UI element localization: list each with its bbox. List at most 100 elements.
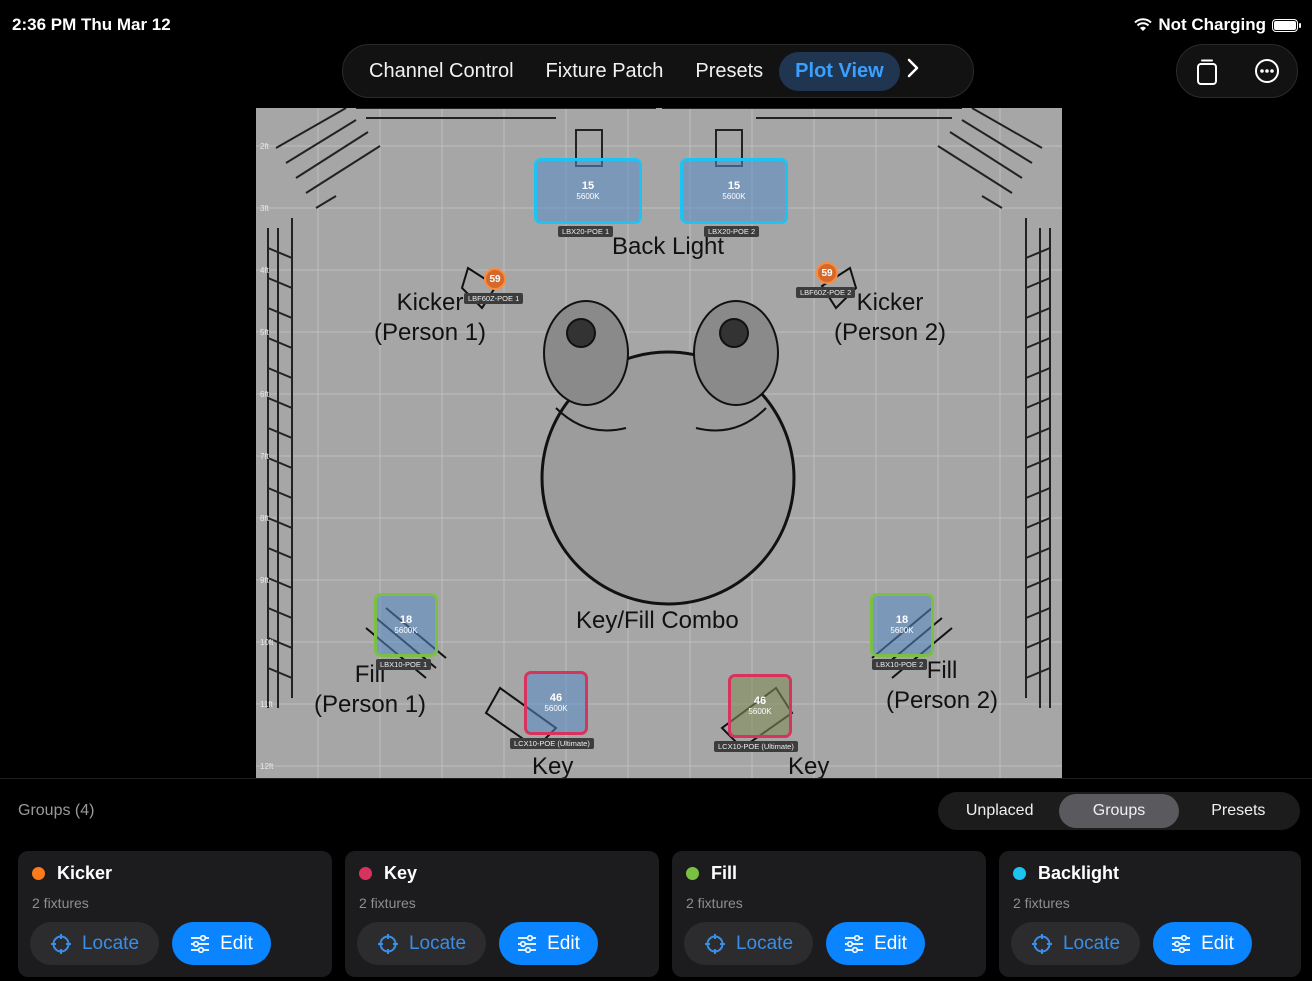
group-card-header: Key	[359, 863, 417, 884]
fixture-lbx20-poe-2[interactable]: 15 5600K	[680, 158, 788, 224]
crosshair-icon	[50, 933, 71, 954]
grid-label: 4ft	[260, 266, 269, 275]
grid-label: 8ft	[260, 514, 269, 523]
fixture-level: 18	[895, 614, 909, 626]
sliders-icon	[845, 934, 864, 953]
group-name: Key	[384, 863, 418, 883]
battery-status-text: Not Charging	[1158, 15, 1266, 34]
tab-presets[interactable]: Presets	[679, 52, 779, 91]
fixture-cct: 5600K	[748, 707, 772, 716]
fixture-name: LBF60Z-POE 1	[464, 293, 524, 304]
grid-label: 12ft	[260, 762, 274, 771]
edit-button[interactable]: Edit	[499, 922, 598, 965]
locate-label: Locate	[735, 932, 794, 954]
tab-fixture-patch[interactable]: Fixture Patch	[530, 52, 680, 91]
group-name: Backlight	[1038, 863, 1120, 883]
group-fixture-count: 2 fixtures	[1013, 895, 1070, 911]
fixture-level: 15	[581, 180, 595, 192]
fixture-cct: 5600K	[576, 192, 600, 201]
fixture-lcx10-poe-1[interactable]: 46 5600K	[524, 671, 588, 735]
status-right: Not Charging	[1134, 15, 1301, 35]
chevron-right-icon[interactable]	[906, 58, 920, 84]
fixture-level: 46	[753, 695, 767, 707]
fixture-lcx10-poe-2[interactable]: 46 5600K	[728, 674, 792, 738]
sliders-icon	[1172, 934, 1191, 953]
group-fixture-count: 2 fixtures	[686, 895, 743, 911]
group-cards: Kicker 2 fixtures Locate Edit Key 2 fixt…	[18, 851, 1301, 977]
status-bar: 2:36 PM Thu Mar 12 Not Charging	[0, 0, 1312, 48]
top-actions	[1176, 44, 1298, 98]
group-card-kicker[interactable]: Kicker 2 fixtures Locate Edit	[18, 851, 332, 977]
group-fixture-count: 2 fixtures	[359, 895, 416, 911]
group-card-header: Backlight	[1013, 863, 1119, 884]
status-time: 2:36 PM Thu Mar 12	[12, 15, 171, 34]
stage-label-key-fill-combo: Key/Fill Combo	[576, 607, 739, 634]
stage-label-key-2: Key	[788, 753, 830, 778]
locate-button[interactable]: Locate	[357, 922, 486, 965]
segment-unplaced[interactable]: Unplaced	[940, 794, 1059, 828]
edit-label: Edit	[1201, 932, 1234, 954]
fixture-lbf60z-poe-1[interactable]: 59	[484, 268, 506, 290]
fixture-name: LCX10-POE (Ultimate)	[714, 741, 798, 752]
grid-label: 2ft	[260, 142, 269, 151]
sliders-icon	[518, 934, 537, 953]
edit-label: Edit	[220, 932, 253, 954]
locate-button[interactable]: Locate	[1011, 922, 1140, 965]
grid-label: 11ft	[260, 700, 273, 709]
segment-presets[interactable]: Presets	[1179, 794, 1298, 828]
group-card-backlight[interactable]: Backlight 2 fixtures Locate Edit	[999, 851, 1301, 977]
grid-label: 10ft	[260, 638, 274, 647]
fixture-lbx20-poe-1[interactable]: 15 5600K	[534, 158, 642, 224]
group-name: Kicker	[57, 863, 113, 883]
group-name: Fill	[711, 863, 737, 883]
fixture-name: LBX10-POE 1	[376, 659, 432, 670]
main-tab-bar: Channel Control Fixture Patch Presets Pl…	[342, 44, 974, 98]
group-color-dot	[32, 867, 45, 880]
group-color-dot	[686, 867, 699, 880]
crosshair-icon	[377, 933, 398, 954]
fixture-lbx10-poe-1[interactable]: 18 5600K	[374, 593, 438, 657]
tab-channel-control[interactable]: Channel Control	[353, 52, 530, 91]
locate-label: Locate	[408, 932, 467, 954]
fixture-level: 18	[399, 614, 413, 626]
fixture-cct: 5600K	[890, 626, 914, 635]
locate-button[interactable]: Locate	[684, 922, 813, 965]
grid-label: 5ft	[260, 328, 269, 337]
group-card-key[interactable]: Key 2 fixtures Locate Edit	[345, 851, 659, 977]
locate-button[interactable]: Locate	[30, 922, 159, 965]
edit-button[interactable]: Edit	[826, 922, 925, 965]
fixture-lbx10-poe-2[interactable]: 18 5600K	[870, 593, 934, 657]
battery-icon	[1272, 18, 1301, 32]
wifi-icon	[1134, 18, 1153, 31]
crosshair-icon	[1031, 933, 1052, 954]
sliders-icon	[191, 934, 210, 953]
app-screen: 2:36 PM Thu Mar 12 Not Charging Channel …	[0, 0, 1312, 981]
fixture-cct: 5600K	[394, 626, 418, 635]
fixture-name: LBX20-POE 1	[558, 226, 614, 237]
edit-button[interactable]: Edit	[1153, 922, 1252, 965]
grid-label: 3ft	[260, 204, 269, 213]
edit-label: Edit	[547, 932, 580, 954]
group-card-header: Fill	[686, 863, 737, 884]
tab-plot-view[interactable]: Plot View	[779, 51, 900, 91]
fixture-name: LBX10-POE 2	[872, 659, 928, 670]
locate-label: Locate	[81, 932, 140, 954]
edit-button[interactable]: Edit	[172, 922, 271, 965]
divider	[0, 778, 1312, 779]
grid-label: 6ft	[260, 390, 269, 399]
group-card-fill[interactable]: Fill 2 fixtures Locate Edit	[672, 851, 986, 977]
group-card-header: Kicker	[32, 863, 112, 884]
segment-groups[interactable]: Groups	[1059, 794, 1179, 828]
fixture-lbf60z-poe-2[interactable]: 59	[816, 262, 838, 284]
fixture-level: 46	[549, 692, 563, 704]
panel-segmented-control: Unplaced Groups Presets	[938, 792, 1300, 830]
lighting-plot[interactable]: 2ft 3ft 4ft 5ft 6ft 7ft 8ft 9ft 10ft 11f…	[256, 108, 1062, 778]
group-color-dot	[1013, 867, 1026, 880]
locate-label: Locate	[1062, 932, 1121, 954]
grid-label: 7ft	[260, 452, 269, 461]
crosshair-icon	[704, 933, 725, 954]
fixture-name: LCX10-POE (Ultimate)	[510, 738, 594, 749]
more-icon[interactable]	[1249, 53, 1285, 89]
stage-label-key-1: Key	[532, 753, 574, 778]
clipboard-icon[interactable]	[1189, 53, 1225, 89]
